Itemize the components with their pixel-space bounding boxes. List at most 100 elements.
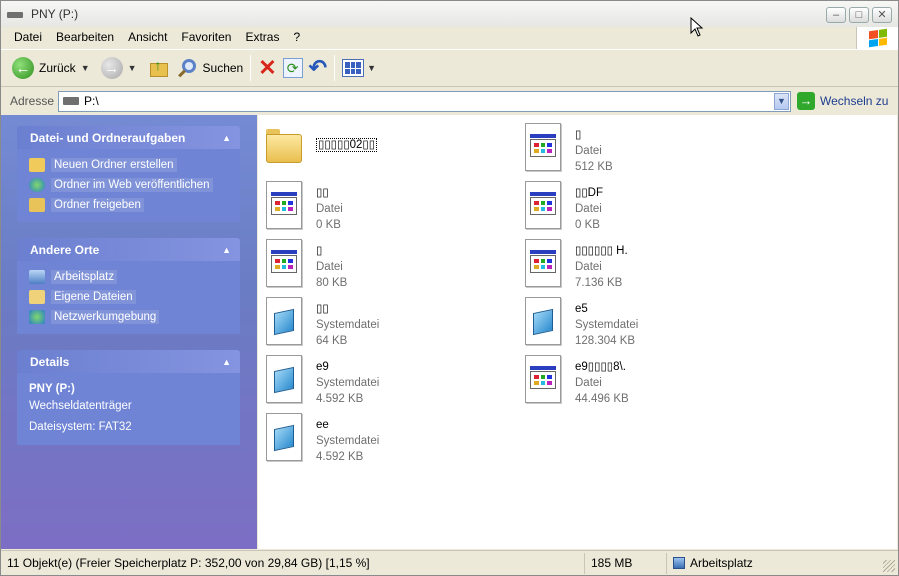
place-my-computer[interactable]: Arbeitsplatz <box>29 267 228 287</box>
status-location-label: Arbeitsplatz <box>690 556 753 570</box>
place-my-documents[interactable]: Eigene Dateien <box>29 287 228 307</box>
search-icon <box>176 57 198 79</box>
back-arrow-icon: ← <box>12 57 34 79</box>
file-icon <box>525 355 561 403</box>
documents-folder-icon <box>29 290 45 304</box>
close-button[interactable]: ✕ <box>872 7 892 23</box>
file-size: 4.592 KB <box>316 393 364 405</box>
file-folder-tasks-header[interactable]: Datei- und Ordneraufgaben ▲ <box>17 126 240 149</box>
undo-icon: ↶ <box>308 55 328 80</box>
file-list: ▯▯▯▯▯02▯▯ ▯ Datei 512 KB ▯▯ Datei 0 KB ▯… <box>258 115 897 549</box>
mouse-cursor-icon <box>690 17 704 37</box>
folder-item[interactable]: ▯▯▯▯▯02▯▯ <box>264 123 504 177</box>
menu-help[interactable]: ? <box>286 30 307 44</box>
refresh-button[interactable]: ⟳ <box>280 52 306 84</box>
forward-button[interactable]: → ▼ <box>98 52 145 84</box>
address-label: Adresse <box>10 94 55 108</box>
system-file-icon <box>266 355 302 403</box>
other-places-panel: Andere Orte ▲ Arbeitsplatz Eigene Dateie… <box>17 238 240 334</box>
file-size: 128.304 KB <box>575 335 636 347</box>
file-name: e9 <box>316 361 329 373</box>
file-name: ▯▯▯▯▯▯ H. <box>575 245 628 257</box>
task-new-folder[interactable]: Neuen Ordner erstellen <box>29 155 228 175</box>
file-size: 7.136 KB <box>575 277 623 289</box>
details-type: Wechseldatenträger <box>29 400 132 412</box>
menu-favoriten[interactable]: Favoriten <box>174 30 238 44</box>
new-folder-icon <box>29 158 45 172</box>
file-name: ▯ <box>316 245 323 257</box>
file-item[interactable]: ▯ Datei 512 KB <box>523 123 763 177</box>
drive-icon <box>63 97 79 105</box>
explorer-window: PNY (P:) – □ ✕ Datei Bearbeiten Ansicht … <box>0 0 899 576</box>
file-name: ▯▯▯▯▯02▯▯ <box>316 138 378 152</box>
file-type: Datei <box>575 261 602 273</box>
file-size: 0 KB <box>575 219 600 231</box>
status-location: Arbeitsplatz <box>667 553 847 574</box>
file-item[interactable]: ▯▯ Systemdatei 64 KB <box>264 297 504 351</box>
menu-ansicht[interactable]: Ansicht <box>121 30 174 44</box>
file-size: 4.592 KB <box>316 451 364 463</box>
file-item[interactable]: ▯▯DF Datei 0 KB <box>523 181 763 235</box>
panel-title: Datei- und Ordneraufgaben <box>30 130 186 145</box>
window-title: PNY (P:) <box>31 7 79 21</box>
file-type: Datei <box>575 203 602 215</box>
folder-up-icon: ↑ <box>148 57 170 79</box>
file-size: 44.496 KB <box>575 393 629 405</box>
file-icon <box>266 181 302 229</box>
file-icon <box>266 239 302 287</box>
task-share-folder[interactable]: Ordner freigeben <box>29 195 228 215</box>
forward-dropdown-icon[interactable]: ▼ <box>128 63 137 73</box>
file-size: 512 KB <box>575 161 613 173</box>
task-publish-web[interactable]: Ordner im Web veröffentlichen <box>29 175 228 195</box>
system-file-icon <box>266 297 302 345</box>
file-item[interactable]: e5 Systemdatei 128.304 KB <box>523 297 763 351</box>
file-name: ▯ <box>575 129 582 141</box>
file-name: ▯▯ <box>316 187 329 199</box>
collapse-icon[interactable]: ▲ <box>222 357 231 367</box>
system-file-icon <box>266 413 302 461</box>
details-header[interactable]: Details ▲ <box>17 350 240 373</box>
status-object-count: 11 Objekt(e) (Freier Speicherplatz P: 35… <box>1 552 585 574</box>
undo-button[interactable]: ↶ <box>306 52 330 84</box>
minimize-button[interactable]: – <box>826 7 846 23</box>
share-folder-icon <box>29 198 45 212</box>
collapse-icon[interactable]: ▲ <box>222 133 231 143</box>
menu-extras[interactable]: Extras <box>238 30 286 44</box>
computer-icon <box>29 270 45 284</box>
file-item[interactable]: ▯▯▯▯▯▯ H. Datei 7.136 KB <box>523 239 763 293</box>
panel-title: Details <box>30 354 70 369</box>
file-item[interactable]: ▯▯ Datei 0 KB <box>264 181 504 235</box>
address-input[interactable]: P:\ ▼ <box>58 90 791 112</box>
file-item[interactable]: e9 Systemdatei 4.592 KB <box>264 355 504 409</box>
search-button[interactable]: Suchen <box>173 52 247 84</box>
details-name: PNY (P:) <box>29 383 75 395</box>
back-button[interactable]: ← Zurück ▼ <box>9 52 98 84</box>
go-button[interactable]: → Wechseln zu <box>797 92 888 110</box>
up-folder-button[interactable]: ↑ <box>145 52 173 84</box>
maximize-button[interactable]: □ <box>849 7 869 23</box>
place-label: Netzwerkumgebung <box>51 310 160 324</box>
address-dropdown-button[interactable]: ▼ <box>774 92 789 110</box>
collapse-icon[interactable]: ▲ <box>222 245 231 255</box>
menu-bearbeiten[interactable]: Bearbeiten <box>49 30 121 44</box>
system-file-icon <box>525 297 561 345</box>
menu-datei[interactable]: Datei <box>1 30 49 44</box>
back-dropdown-icon[interactable]: ▼ <box>81 63 90 73</box>
place-network[interactable]: Netzwerkumgebung <box>29 307 228 327</box>
file-name: ▯▯ <box>316 303 329 315</box>
delete-button[interactable]: ✕ <box>255 52 279 84</box>
file-size: 0 KB <box>316 219 341 231</box>
file-item[interactable]: ▯ Datei 80 KB <box>264 239 504 293</box>
globe-icon <box>29 178 45 192</box>
status-bar: 11 Objekt(e) (Freier Speicherplatz P: 35… <box>1 550 898 575</box>
title-bar[interactable]: PNY (P:) – □ ✕ <box>1 1 898 27</box>
file-item[interactable]: e9▯▯▯▯8\. Datei 44.496 KB <box>523 355 763 409</box>
file-type: Systemdatei <box>316 377 380 389</box>
views-button[interactable]: ▼ <box>339 52 384 84</box>
network-icon <box>29 310 45 324</box>
file-item[interactable]: ee Systemdatei 4.592 KB <box>264 413 504 467</box>
resize-grip-icon[interactable] <box>883 560 895 572</box>
file-name: ee <box>316 419 329 431</box>
other-places-header[interactable]: Andere Orte ▲ <box>17 238 240 261</box>
views-dropdown-icon[interactable]: ▼ <box>367 63 376 73</box>
